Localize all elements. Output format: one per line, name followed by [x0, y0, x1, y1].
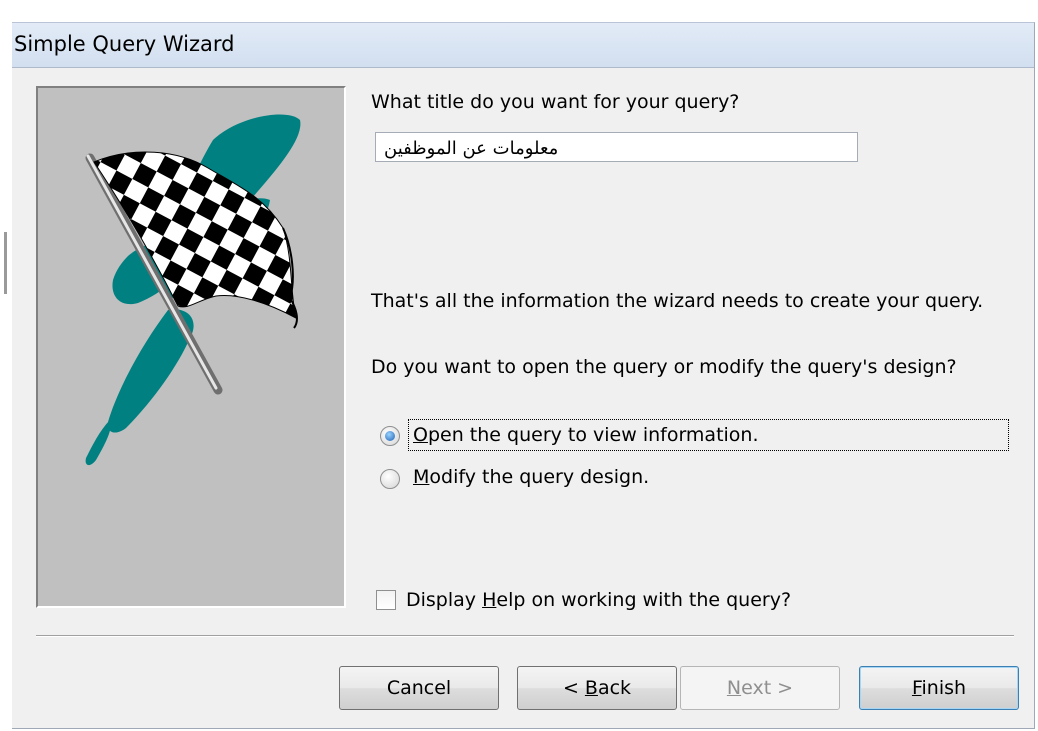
- option-open-query-label[interactable]: Open the query to view information.: [413, 424, 759, 446]
- finish-button[interactable]: Finish: [859, 666, 1019, 710]
- info-text: That's all the information the wizard ne…: [371, 290, 984, 312]
- question-text: Do you want to open the query or modify …: [371, 356, 957, 378]
- next-button[interactable]: Next >: [680, 666, 840, 710]
- title-bar: Simple Query Wizard: [12, 23, 1034, 68]
- cancel-button[interactable]: Cancel: [339, 666, 499, 710]
- edge-tick: [4, 232, 7, 294]
- query-title-input[interactable]: معلومات عن الموظفين: [375, 132, 858, 162]
- help-checkbox[interactable]: [376, 590, 396, 610]
- query-title-prompt: What title do you want for your query?: [371, 91, 740, 113]
- wizard-dialog: Simple Query Wizard What title do you wa…: [12, 22, 1035, 729]
- radio-modify-design[interactable]: [380, 469, 400, 489]
- window-title: Simple Query Wizard: [14, 32, 235, 56]
- top-strip: [0, 0, 1038, 22]
- radio-selected-icon: [385, 431, 395, 441]
- help-checkbox-label[interactable]: Display Help on working with the query?: [406, 589, 791, 611]
- left-edge: [0, 0, 12, 731]
- radio-open-query[interactable]: [380, 426, 400, 446]
- wizard-image-panel: [36, 86, 346, 608]
- checkered-flag-image: [85, 114, 301, 466]
- button-separator: [36, 635, 1014, 637]
- back-button[interactable]: < Back: [517, 666, 677, 710]
- option-modify-design-label[interactable]: Modify the query design.: [413, 466, 649, 488]
